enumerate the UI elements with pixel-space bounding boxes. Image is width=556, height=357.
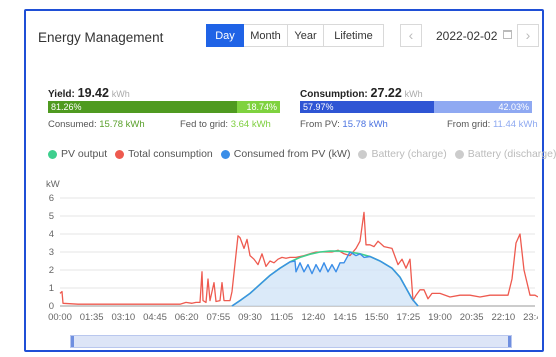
x-tick-label: 19:00 (428, 312, 452, 323)
x-tick-label: 00:00 (48, 312, 72, 323)
x-tick-label: 06:20 (175, 312, 199, 323)
consumption-value: 27.22 (370, 86, 402, 100)
legend-dot-icon (454, 149, 464, 159)
x-tick-label: 22:10 (491, 312, 515, 323)
yield-consumed: Consumed: 15.78 kWh (48, 119, 145, 130)
energy-line-chart[interactable]: kW 0 1 2 3 4 5 6 00:00 01:35 03:10 04:45 06:20 07:55 0… (38, 170, 538, 330)
fed-label: Fed to grid: (180, 119, 229, 130)
tab-month[interactable]: Month (244, 24, 288, 47)
legend-battery-discharge[interactable]: Battery (discharge) (454, 148, 556, 160)
tab-day[interactable]: Day (206, 24, 244, 47)
y-tick-label: 2 (49, 265, 54, 276)
x-tick-label: 04:45 (143, 312, 167, 323)
x-tick-label: 09:30 (238, 312, 262, 323)
y-tick-label: 0 (49, 301, 54, 312)
legend-dot-icon (115, 149, 125, 159)
x-tick-label: 12:40 (301, 312, 325, 323)
legend-dot-icon (48, 149, 57, 159)
fed-value: 3.64 (230, 119, 250, 130)
x-tick-label: 20:35 (460, 312, 484, 323)
from-grid-label: From grid: (447, 119, 491, 130)
consumption-unit: kWh (404, 89, 423, 99)
scroller-right-handle[interactable] (508, 336, 511, 347)
tab-year[interactable]: Year (288, 24, 324, 47)
tab-lifetime[interactable]: Lifetime (324, 24, 384, 47)
y-tick-label: 4 (49, 229, 54, 240)
yield-bar: 81.26% 18.74% (48, 101, 280, 113)
legend-label: Battery (discharge) (467, 148, 556, 160)
consumption-grid-pct: 42.03% (434, 101, 532, 113)
legend-label: PV output (61, 148, 108, 160)
x-tick-label: 11:05 (270, 312, 293, 323)
legend-pv-output[interactable]: PV output (48, 148, 107, 160)
legend-dot-icon (220, 149, 230, 159)
y-tick-label: 5 (49, 211, 54, 222)
from-grid-value: 11.44 (492, 119, 517, 130)
yield-consumed-pct: 81.26% (48, 101, 237, 113)
consumed-label: Consumed: (48, 119, 97, 130)
consumed-value: 15.78 (99, 119, 124, 130)
time-range-scroller[interactable] (70, 335, 512, 348)
y-tick-label: 3 (49, 247, 54, 258)
consumption-bar: 57.97% 42.03% (300, 101, 532, 113)
consumption-from-grid: From grid: 11.44 kWh (447, 119, 538, 130)
fed-unit: kWh (251, 119, 271, 130)
consumed-unit: kWh (125, 119, 145, 130)
calendar-icon[interactable] (503, 30, 512, 39)
x-tick-label: 03:10 (111, 312, 135, 323)
from-grid-unit: kWh (518, 119, 538, 130)
x-tick-label: 01:35 (80, 312, 104, 323)
chevron-left-icon[interactable]: ‹ (400, 24, 422, 47)
consumption-from-pv: From PV: 15.78 kWh (300, 119, 388, 130)
y-tick-label: 1 (49, 283, 54, 294)
x-tick-label: 23:45 (523, 312, 538, 323)
x-tick-label: 15:50 (365, 312, 389, 323)
yield-unit: kWh (111, 89, 130, 99)
yield-summary: Yield: 19.42 kWh (48, 86, 130, 100)
legend-label: Battery (charge) (371, 148, 447, 160)
legend-total-consumption[interactable]: Total consumption (115, 148, 213, 160)
legend-battery-charge[interactable]: Battery (charge) (358, 148, 447, 160)
legend-label: Total consumption (128, 148, 213, 160)
from-pv-unit: kWh (368, 119, 388, 130)
page-title: Energy Management (38, 30, 164, 45)
y-axis-label: kW (46, 179, 60, 190)
chart-legend: PV output Total consumption Consumed fro… (48, 148, 556, 160)
period-tabs: Day Month Year Lifetime (206, 24, 384, 47)
legend-dot-icon (358, 149, 368, 159)
consumption-label: Consumption: (300, 89, 368, 100)
x-tick-label: 14:15 (333, 312, 357, 323)
consumption-summary: Consumption: 27.22 kWh (300, 86, 423, 100)
x-tick-label: 07:55 (206, 312, 230, 323)
from-pv-value: 15.78 (342, 119, 367, 130)
yield-fed-pct: 18.74% (236, 101, 280, 113)
yield-label: Yield: (48, 89, 75, 100)
legend-label: Consumed from PV (kW) (233, 148, 351, 160)
yield-fed: Fed to grid: 3.64 kWh (180, 119, 271, 130)
from-pv-label: From PV: (300, 119, 340, 130)
chevron-right-icon[interactable]: › (517, 24, 539, 47)
y-tick-label: 6 (49, 193, 54, 204)
scroller-left-handle[interactable] (71, 336, 74, 347)
x-tick-label: 17:25 (396, 312, 420, 323)
consumption-pv-pct: 57.97% (300, 101, 435, 113)
yield-value: 19.42 (77, 86, 109, 100)
legend-consumed-from-pv[interactable]: Consumed from PV (kW) (220, 148, 351, 160)
